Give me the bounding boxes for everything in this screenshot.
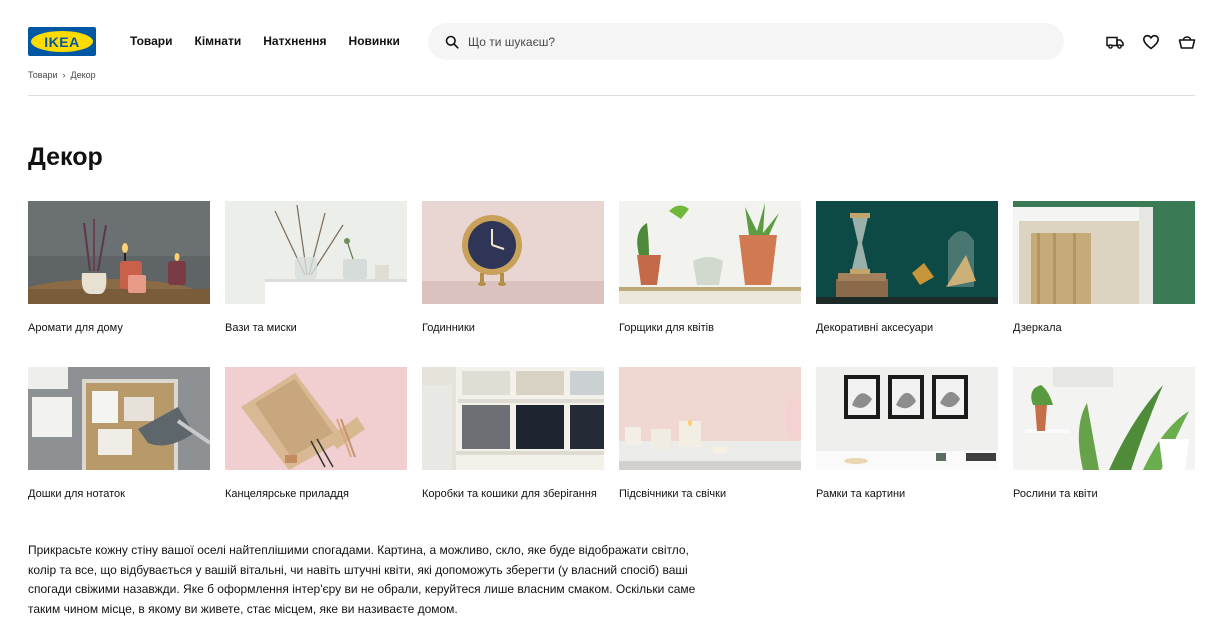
category-label: Дзеркала [1013,322,1062,334]
category-label: Годинники [422,322,475,334]
bag-icon[interactable] [1178,33,1196,51]
category-card-mirrors[interactable]: Дзеркала [1013,201,1195,334]
category-image-clocks [422,201,604,304]
category-card-frames-pictures[interactable]: Рамки та картини [816,367,998,500]
search-bar[interactable] [428,23,1064,60]
category-label: Декоративні аксесуари [816,322,934,334]
category-card-candles[interactable]: Підсвічники та свічки [619,367,801,500]
breadcrumb: Товари › Декор [28,70,96,80]
category-card-plant-pots[interactable]: Горщики для квітів [619,201,801,334]
category-label: Вази та миски [225,322,297,334]
category-card-noticeboards[interactable]: Дошки для нотаток [28,367,212,500]
category-label: Канцелярське приладдя [225,488,349,500]
main-nav: Товари Кімнати Натхнення Новинки [130,34,422,48]
category-card-stationery[interactable]: Канцелярське приладдя [225,367,407,500]
category-image-vases-bowls [225,201,407,304]
ikea-logo[interactable]: IKEA [28,27,96,56]
category-card-decor-accessories[interactable]: Декоративні аксесуари [816,201,998,334]
category-card-home-fragrances[interactable]: Аромати для дому [13,201,210,334]
search-icon [445,35,459,49]
category-image-plants-flowers [1013,367,1195,470]
category-image-decor-accessories [816,201,998,304]
category-image-plant-pots [619,201,801,304]
category-label: Рамки та картини [816,488,906,500]
category-label: Аромати для дому [28,322,123,334]
category-card-storage-boxes[interactable]: Коробки та кошики для зберігання [422,367,604,500]
category-label: Підсвічники та свічки [619,488,727,500]
category-label: Коробки та кошики для зберігання [422,488,597,500]
truck-icon[interactable] [1106,33,1124,51]
search-input[interactable] [468,23,1048,60]
breadcrumb-separator: › [62,70,66,80]
category-image-noticeboards [28,367,212,470]
header-divider [28,95,1195,96]
site-header: IKEA Товари Кімнати Натхнення Новинки [0,0,1208,84]
category-card-plants-flowers[interactable]: Рослини та квіти [1013,367,1195,500]
heart-icon[interactable] [1142,33,1160,51]
category-image-frames-pictures [816,367,998,470]
category-label: Рослини та квіти [1013,488,1098,500]
category-label: Дошки для нотаток [28,488,125,500]
logo-oval: IKEA [31,31,93,52]
nav-inspiration[interactable]: Натхнення [263,34,326,48]
nav-products[interactable]: Товари [130,34,173,48]
logo-text: IKEA [44,33,80,50]
category-description: Прикрасьте кожну стіну вашої оселі найте… [28,543,696,616]
category-card-vases-bowls[interactable]: Вази та миски [225,201,407,334]
breadcrumb-item-decor[interactable]: Декор [71,70,96,80]
category-image-stationery [225,367,407,470]
nav-rooms[interactable]: Кімнати [195,34,242,48]
breadcrumb-item-products[interactable]: Товари [28,70,58,80]
category-label: Горщики для квітів [619,322,714,334]
category-image-storage-boxes [422,367,604,470]
category-image-mirrors [1013,201,1195,304]
page-title: Декор [28,143,103,171]
category-card-clocks[interactable]: Годинники [422,201,604,334]
category-image-home-fragrances [13,201,210,315]
category-image-candles [619,367,801,470]
nav-new[interactable]: Новинки [349,34,400,48]
